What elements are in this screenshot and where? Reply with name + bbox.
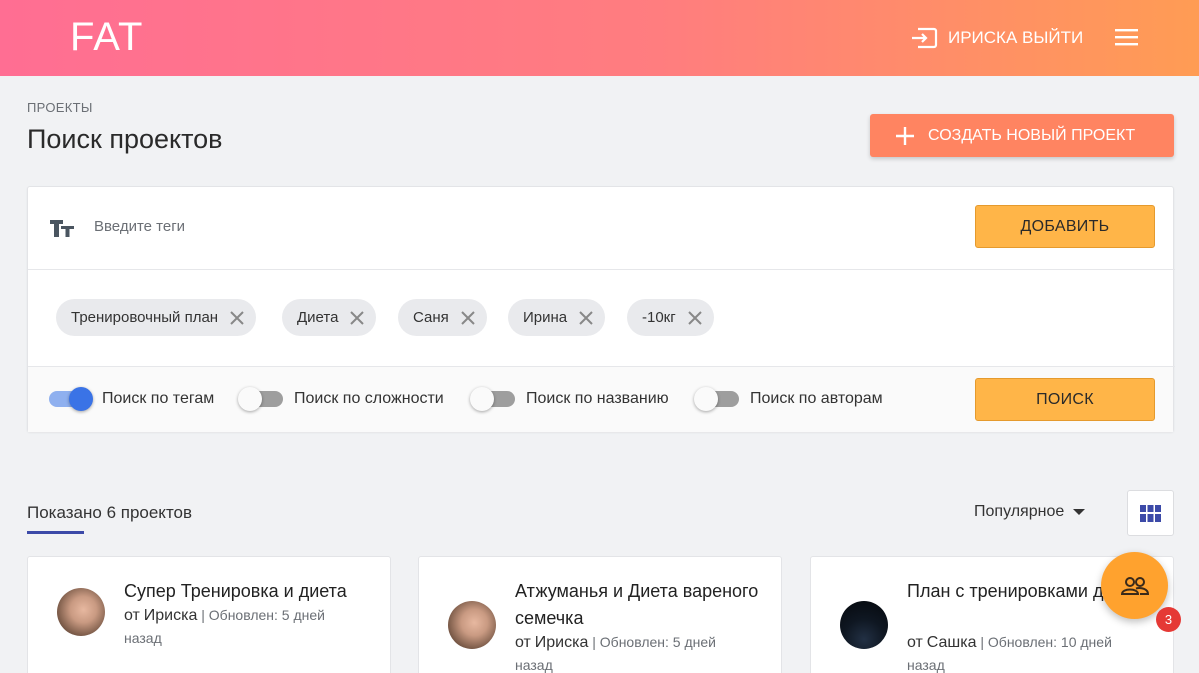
close-icon[interactable] xyxy=(577,309,595,327)
project-meta: от Сашка | Обновлен: 10 дней назад xyxy=(907,634,1112,673)
breadcrumb[interactable]: ПРОЕКТЫ xyxy=(27,100,93,115)
toggle-switch[interactable] xyxy=(694,387,739,411)
by-label: от xyxy=(907,634,923,651)
author-avatar[interactable] xyxy=(57,588,105,636)
sort-dropdown[interactable]: Популярное xyxy=(974,503,1086,521)
project-meta: от Ириска | Обновлен: 5 дней назад xyxy=(515,634,716,673)
close-icon[interactable] xyxy=(459,309,477,327)
toggle-label: Поиск по авторам xyxy=(750,390,883,407)
toggle-label: Поиск по тегам xyxy=(102,390,215,407)
toggle-switch[interactable] xyxy=(238,387,283,411)
logout-label: ИРИСКА ВЫЙТИ xyxy=(948,28,1084,47)
logout-button[interactable]: ИРИСКА ВЫЙТИ xyxy=(910,24,1083,52)
toggle-search-by-authors[interactable]: Поиск по авторам xyxy=(694,387,883,411)
tag-chip[interactable]: Тренировочный план xyxy=(56,299,257,336)
results-underline xyxy=(27,531,84,534)
tag-chip-label: Тренировочный план xyxy=(71,309,219,326)
app-header: FAT ИРИСКА ВЫЙТИ xyxy=(0,0,1199,76)
author-avatar[interactable] xyxy=(448,601,496,649)
search-button[interactable]: ПОИСК xyxy=(975,378,1155,421)
logout-icon xyxy=(912,27,938,49)
search-panel: ДОБАВИТЬ Тренировочный план Диета Саня И… xyxy=(27,186,1175,432)
text-format-icon xyxy=(50,220,74,237)
plus-icon xyxy=(896,126,914,145)
tag-chip[interactable]: -10кг xyxy=(627,299,714,336)
toggle-switch[interactable] xyxy=(470,387,515,411)
page-title: Поиск проектов xyxy=(27,124,223,154)
add-tag-button[interactable]: ДОБАВИТЬ xyxy=(975,205,1155,248)
tag-chip[interactable]: Диета xyxy=(282,299,377,336)
tag-chip-label: -10кг xyxy=(642,309,676,326)
community-fab-button[interactable] xyxy=(1101,552,1168,619)
toggle-label: Поиск по названию xyxy=(526,390,669,407)
author-link[interactable]: Сашка xyxy=(927,634,977,651)
grid-view-button[interactable] xyxy=(1127,490,1174,536)
notification-badge: 3 xyxy=(1156,607,1181,632)
toggle-search-by-name[interactable]: Поиск по названию xyxy=(470,387,669,411)
people-icon xyxy=(1120,576,1149,595)
author-link[interactable]: Ириска xyxy=(535,634,589,651)
author-avatar[interactable] xyxy=(840,601,888,649)
project-meta: от Ириска | Обновлен: 5 дней назад xyxy=(124,607,325,646)
grid-icon xyxy=(1140,504,1161,522)
project-title[interactable]: Атжуманья и Диета вареного семечка xyxy=(515,578,765,632)
project-card[interactable]: Супер Тренировка и диета от Ириска | Обн… xyxy=(27,556,391,673)
results-count: Показано 6 проектов xyxy=(27,503,193,522)
tag-input[interactable] xyxy=(94,213,694,239)
divider xyxy=(28,269,1175,270)
sort-label: Популярное xyxy=(974,503,1065,520)
toggle-switch[interactable] xyxy=(49,387,93,411)
tag-chip[interactable]: Саня xyxy=(398,299,487,336)
close-icon[interactable] xyxy=(348,309,366,327)
toggle-search-by-tags[interactable]: Поиск по тегам xyxy=(49,387,215,411)
toggle-label: Поиск по сложности xyxy=(294,390,444,407)
create-project-label: СОЗДАТЬ НОВЫЙ ПРОЕКТ xyxy=(928,126,1136,144)
tag-chip-label: Саня xyxy=(413,309,449,326)
close-icon[interactable] xyxy=(228,309,246,327)
tag-chip[interactable]: Ирина xyxy=(508,299,606,336)
close-icon[interactable] xyxy=(686,309,704,327)
project-title[interactable]: Супер Тренировка и диета xyxy=(124,578,374,605)
create-project-button[interactable]: СОЗДАТЬ НОВЫЙ ПРОЕКТ xyxy=(870,114,1174,157)
filter-row: Поиск по тегам Поиск по сложности Поиск … xyxy=(28,367,1173,432)
by-label: от xyxy=(515,634,531,651)
toggle-search-by-difficulty[interactable]: Поиск по сложности xyxy=(238,387,444,411)
tag-chip-label: Диета xyxy=(297,309,339,326)
app-logo[interactable]: FAT xyxy=(70,15,143,60)
by-label: от xyxy=(124,607,140,624)
project-card[interactable]: Атжуманья и Диета вареного семечка от Ир… xyxy=(418,556,782,673)
chevron-down-icon xyxy=(1073,509,1086,515)
tag-chip-label: Ирина xyxy=(523,309,568,326)
author-link[interactable]: Ириска xyxy=(144,607,198,624)
hamburger-menu-icon[interactable] xyxy=(1114,27,1140,47)
